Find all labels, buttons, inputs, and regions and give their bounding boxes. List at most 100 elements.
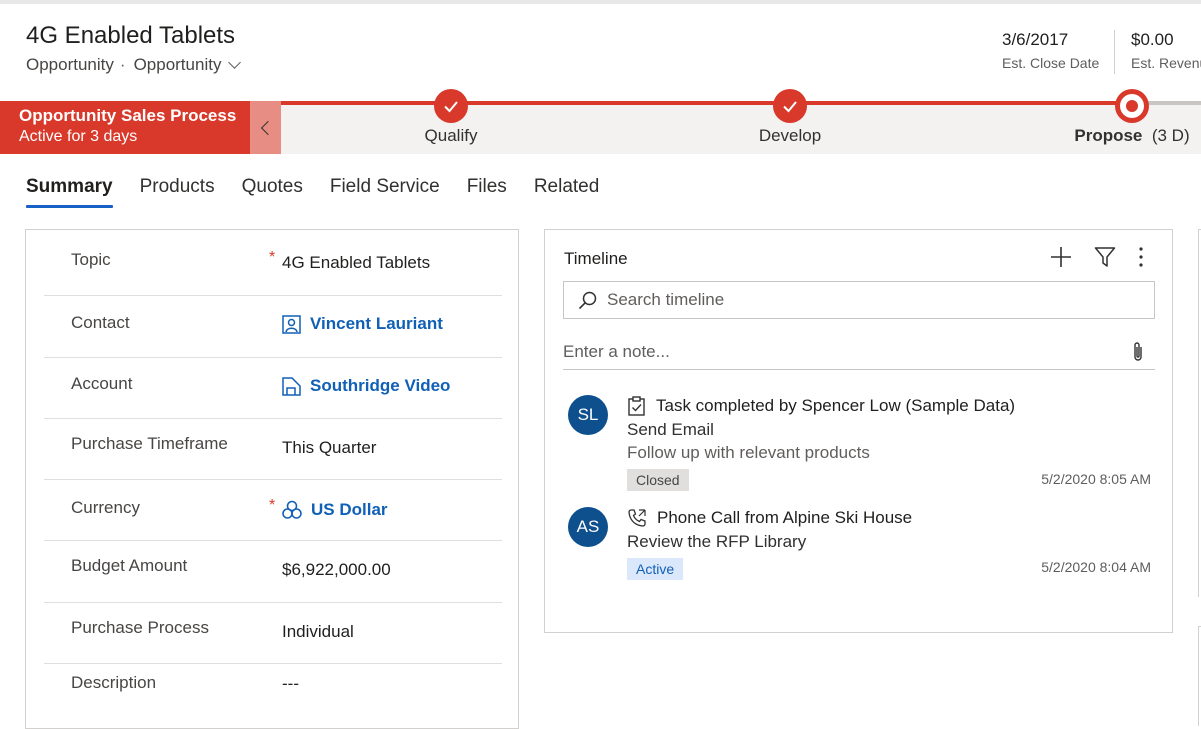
description-value[interactable]: ---	[282, 674, 299, 694]
stage-active-dot	[1126, 100, 1138, 112]
avatar: AS	[568, 507, 608, 547]
attachment-icon[interactable]	[1131, 341, 1145, 363]
field-label: Account	[71, 374, 133, 393]
currency-name: US Dollar	[311, 500, 388, 519]
account-icon	[282, 376, 301, 396]
timeline-search-box	[563, 281, 1155, 319]
currency-lookup[interactable]: US Dollar	[282, 500, 388, 520]
timeline-item-title: Task completed by Spencer Low (Sample Da…	[656, 396, 1016, 415]
field-label: Budget Amount	[71, 556, 188, 575]
top-border	[0, 0, 1201, 4]
revenue-value: $0.00	[1131, 30, 1174, 49]
tab-summary[interactable]: Summary	[26, 176, 113, 208]
revenue-label: Est. Revenue	[1131, 55, 1201, 71]
timeline-item-header: Phone Call from Alpine Ski House	[627, 507, 1153, 529]
contact-icon	[282, 314, 301, 334]
field-label: Purchase Timeframe	[71, 434, 228, 453]
field-label: Contact	[71, 313, 130, 332]
entity-name: Opportunity	[26, 55, 114, 74]
close-date-label: Est. Close Date	[1002, 55, 1100, 71]
stage-name: Propose (3 D)	[1073, 126, 1191, 146]
account-name: Southridge Video	[310, 376, 451, 395]
tab-products[interactable]: Products	[140, 176, 215, 204]
stage-qualify[interactable]: Qualify	[415, 89, 487, 146]
stage-completed-indicator	[434, 89, 468, 123]
phone-call-icon	[628, 509, 646, 527]
form-selector[interactable]: Opportunity	[133, 55, 242, 75]
tab-files[interactable]: Files	[467, 176, 507, 204]
currency-icon	[282, 500, 302, 519]
stage-name-text: Propose	[1074, 126, 1143, 145]
field-label: Description	[71, 673, 157, 692]
purchase-timeframe-value[interactable]: This Quarter	[282, 438, 376, 458]
topic-value[interactable]: 4G Enabled Tablets	[282, 253, 430, 273]
field-row-purchase-process[interactable]: Purchase Process Individual	[44, 603, 502, 664]
field-row-budget-amount[interactable]: Budget Amount $6,922,000.00	[44, 541, 502, 603]
summary-form-section: Topic * 4G Enabled Tablets Contact Vince…	[25, 229, 519, 729]
account-lookup[interactable]: Southridge Video	[282, 376, 450, 396]
timeline-item-subject: Send Email	[627, 420, 714, 439]
more-options-icon[interactable]	[1138, 246, 1144, 268]
tab-quotes[interactable]: Quotes	[242, 176, 303, 204]
stage-develop[interactable]: Develop	[750, 89, 830, 146]
tab-bar: Summary Products Quotes Field Service Fi…	[26, 176, 626, 208]
note-input[interactable]	[563, 341, 1083, 362]
stage-name: Qualify	[424, 126, 478, 145]
tab-related[interactable]: Related	[534, 176, 600, 204]
timeline-item[interactable]: SL Task completed by Spencer Low (Sample…	[568, 395, 1153, 495]
filter-icon[interactable]	[1094, 246, 1116, 268]
collapse-process-button[interactable]	[250, 101, 281, 154]
close-date-value: 3/6/2017	[1002, 30, 1069, 49]
timeline-actions	[1050, 246, 1144, 268]
field-row-account[interactable]: Account Southridge Video	[44, 358, 502, 419]
required-indicator: *	[269, 249, 276, 266]
contact-lookup[interactable]: Vincent Lauriant	[282, 314, 443, 334]
chevron-down-icon	[228, 56, 242, 69]
timeline-note-box	[563, 334, 1155, 370]
process-title[interactable]: Opportunity Sales Process Active for 3 d…	[0, 101, 250, 154]
field-label: Topic	[71, 250, 111, 269]
timeline-section: Timeline SL Task completed by Spencer Lo…	[544, 229, 1173, 633]
status-badge: Closed	[627, 469, 689, 491]
budget-amount-value[interactable]: $6,922,000.00	[282, 560, 391, 580]
status-badge: Active	[627, 558, 684, 580]
contact-name: Vincent Lauriant	[310, 314, 443, 333]
search-icon	[578, 291, 597, 309]
process-duration: Active for 3 days	[19, 128, 138, 145]
stage-active-ring	[1120, 94, 1144, 118]
record-subtitle: Opportunity · Opportunity	[26, 55, 242, 75]
timeline-item-time: 5/2/2020 8:04 AM	[1041, 559, 1151, 575]
field-row-topic[interactable]: Topic * 4G Enabled Tablets	[44, 230, 502, 296]
avatar: SL	[568, 395, 608, 435]
tab-field-service[interactable]: Field Service	[330, 176, 440, 204]
process-name: Opportunity Sales Process	[19, 106, 237, 125]
process-progress	[281, 101, 1130, 105]
stage-propose[interactable]: Propose (3 D)	[1073, 89, 1191, 146]
stage-name: Develop	[758, 126, 822, 145]
field-row-contact[interactable]: Contact Vincent Lauriant	[44, 296, 502, 358]
field-row-purchase-timeframe[interactable]: Purchase Timeframe This Quarter	[44, 419, 502, 480]
form-name: Opportunity	[133, 55, 222, 74]
purchase-process-value[interactable]: Individual	[282, 622, 354, 642]
add-icon[interactable]	[1050, 246, 1072, 268]
required-indicator: *	[269, 497, 276, 514]
timeline-item-subject: Review the RFP Library	[627, 532, 807, 551]
task-icon	[628, 396, 645, 416]
timeline-item[interactable]: AS Phone Call from Alpine Ski House Revi…	[568, 507, 1153, 587]
header-field-close-date: 3/6/2017 Est. Close Date	[1002, 30, 1099, 71]
header-divider	[1114, 30, 1115, 74]
field-row-description[interactable]: Description ---	[44, 664, 502, 724]
field-label: Currency	[71, 498, 140, 517]
timeline-search-input[interactable]	[607, 290, 1127, 310]
field-label: Purchase Process	[71, 618, 209, 637]
field-row-currency[interactable]: Currency * US Dollar	[44, 480, 502, 541]
business-process-flow: Opportunity Sales Process Active for 3 d…	[0, 89, 1201, 154]
timeline-title: Timeline	[564, 249, 628, 268]
separator: ·	[119, 55, 126, 74]
header-field-revenue: $0.00 Est. Revenue	[1131, 30, 1201, 71]
record-title: 4G Enabled Tablets	[26, 22, 236, 49]
chevron-left-icon	[260, 120, 276, 135]
checkmark-icon	[444, 101, 458, 113]
stage-duration: (3 D)	[1151, 126, 1190, 145]
checkmark-icon	[783, 101, 797, 113]
